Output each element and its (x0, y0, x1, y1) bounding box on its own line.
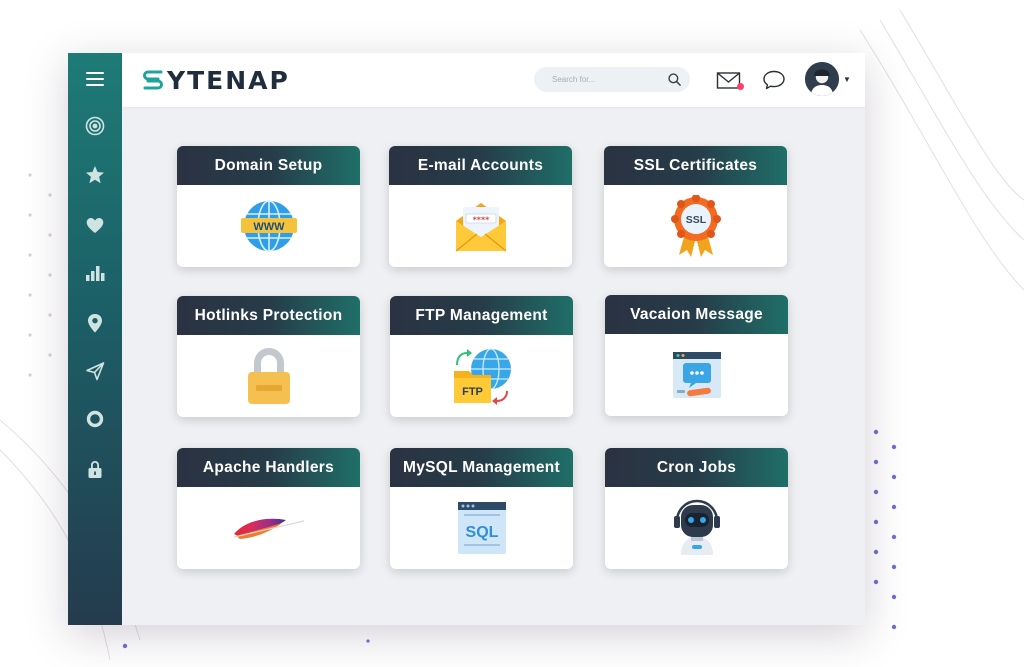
card-title: E-mail Accounts (389, 146, 572, 185)
card-cron-jobs[interactable]: Cron Jobs (605, 448, 788, 569)
card-vacaion-message[interactable]: Vacaion Message (605, 295, 788, 416)
user-avatar-icon (805, 62, 839, 96)
lock-icon[interactable] (83, 457, 107, 481)
dashboard-window: YTENAP ▼ (68, 53, 865, 625)
card-title: Cron Jobs (605, 448, 788, 487)
svg-text:SQL: SQL (465, 524, 498, 541)
svg-text:FTP: FTP (462, 386, 483, 398)
sql-database-icon: SQL (457, 502, 506, 554)
apache-feather-icon (233, 518, 304, 539)
card-title: Hotlinks Protection (177, 296, 360, 335)
target-icon[interactable] (83, 114, 107, 138)
card-title: FTP Management (390, 296, 573, 335)
search-input[interactable] (550, 74, 674, 85)
card-mysql-management[interactable]: MySQL Management SQL (390, 448, 573, 569)
ring-icon[interactable] (83, 407, 107, 431)
search-icon[interactable] (667, 72, 682, 87)
www-globe-icon: WWW (240, 200, 297, 252)
card-title: SSL Certificates (604, 146, 787, 185)
card-hotlinks-protection[interactable]: Hotlinks Protection (177, 296, 360, 417)
brand-logo[interactable]: YTENAP (142, 65, 290, 95)
ssl-badge-icon: SSL (670, 195, 721, 257)
sidebar (68, 53, 122, 625)
user-avatar[interactable] (805, 62, 839, 96)
card-title: Domain Setup (177, 146, 360, 185)
star-icon[interactable] (83, 163, 107, 187)
stacked-s-icon (143, 70, 163, 90)
card-ftp-management[interactable]: FTP Management FTP (390, 296, 573, 417)
card-title: MySQL Management (390, 448, 573, 487)
card-apache-handlers[interactable]: Apache Handlers (177, 448, 360, 569)
search-bar (534, 67, 690, 92)
bar-chart-icon[interactable] (83, 261, 107, 285)
svg-text:SSL: SSL (685, 214, 706, 226)
envelope-password-icon: **** (455, 203, 506, 252)
card-email-accounts[interactable]: E-mail Accounts **** (389, 146, 572, 267)
message-window-icon (672, 352, 721, 398)
card-title: Apache Handlers (177, 448, 360, 487)
padlock-icon (247, 348, 290, 404)
svg-text:WWW: WWW (253, 221, 285, 233)
card-title: Vacaion Message (605, 295, 788, 334)
top-bar: YTENAP ▼ (122, 53, 865, 107)
brand-name: YTENAP (167, 65, 290, 95)
map-pin-icon[interactable] (83, 311, 107, 335)
heart-icon[interactable] (83, 213, 107, 237)
ftp-folder-globe-icon: FTP (453, 348, 511, 405)
send-icon[interactable] (83, 359, 107, 383)
chat-icon[interactable] (762, 69, 786, 91)
svg-text:****: **** (472, 216, 490, 225)
menu-icon[interactable] (83, 67, 107, 91)
card-ssl-certificates[interactable]: SSL Certificates SSL (604, 146, 787, 267)
robot-icon (673, 499, 720, 555)
notification-dot (737, 83, 744, 90)
chevron-down-icon[interactable]: ▼ (843, 75, 851, 84)
card-domain-setup[interactable]: Domain Setup WWW (177, 146, 360, 267)
